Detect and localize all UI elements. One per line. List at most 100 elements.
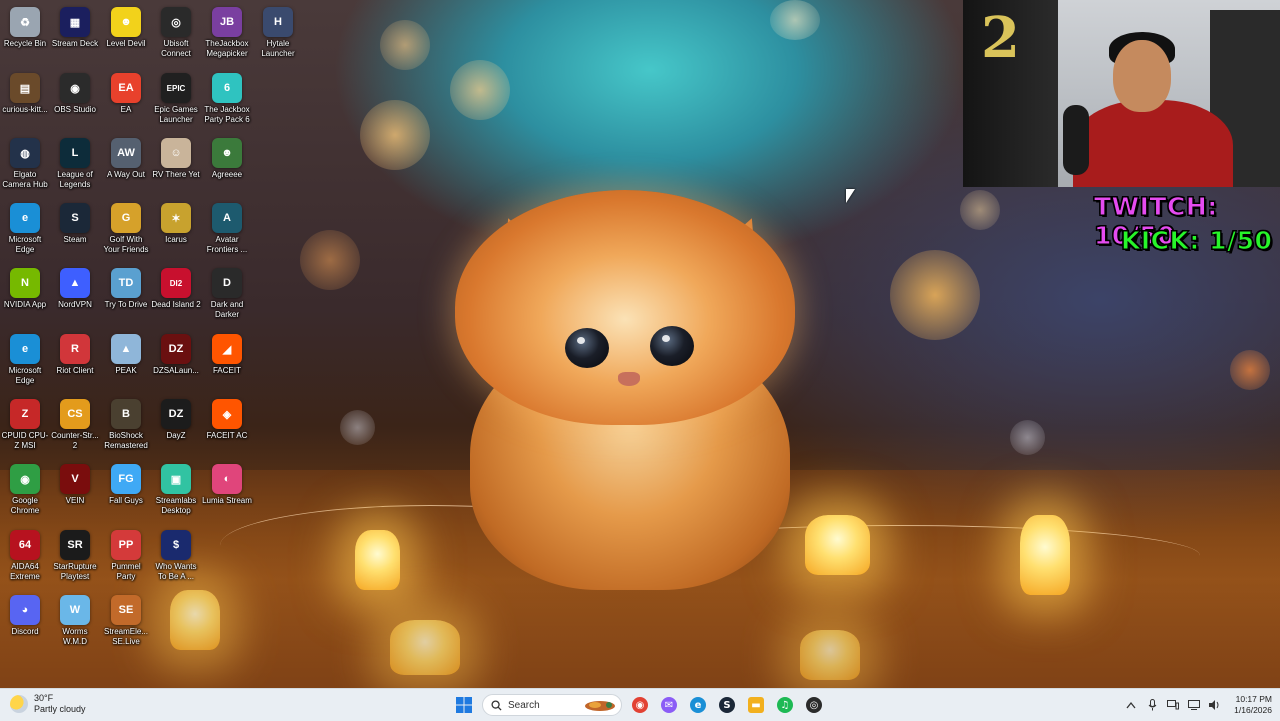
desktop-icon-label: Try To Drive — [104, 300, 148, 309]
desktop-icon[interactable]: 64 AIDA64 Extreme — [0, 525, 50, 582]
desktop-icon[interactable]: DZ DZSALaun... — [151, 329, 201, 376]
desktop-icon-label: Lumia Stream — [202, 496, 252, 505]
desktop-icon[interactable]: Z CPUID CPU-Z MSI — [0, 394, 50, 451]
weather-widget[interactable]: 30°F Partly cloudy — [10, 693, 86, 715]
desktop-icon[interactable]: ♻ Recycle Bin — [0, 2, 50, 49]
desktop-icon-label: TheJackbox Megapicker — [205, 39, 249, 58]
desktop-icon[interactable]: ◐ Lumia Stream — [202, 459, 252, 506]
desktop-icon[interactable]: JB TheJackbox Megapicker — [202, 2, 252, 59]
desktop-icon-label: Epic Games Launcher — [154, 105, 198, 124]
taskbar-clock[interactable]: 10:17 PM 1/16/2026 — [1234, 694, 1272, 716]
desktop-icon[interactable]: ◈ FACEIT AC — [202, 394, 252, 441]
bioshock-icon: B — [111, 399, 141, 429]
desktop-icon[interactable]: FG Fall Guys — [101, 459, 151, 506]
desktop-icon[interactable]: ▣ Streamlabs Desktop — [151, 459, 201, 516]
desktop-icon-label: Fall Guys — [109, 496, 143, 505]
desktop-icon-label: curious-kitt... — [2, 105, 48, 114]
desktop-icon-label: Golf With Your Friends — [103, 235, 149, 254]
desktop-icon[interactable]: ☻ Agreeee — [202, 133, 252, 180]
desktop-icon[interactable]: SR StarRupture Playtest — [50, 525, 100, 582]
edge-icon: e — [10, 334, 40, 364]
cpuz-icon: Z — [10, 399, 40, 429]
desktop-icon[interactable]: ▤ curious-kitt... — [0, 68, 50, 115]
rv-there-yet-icon: ☺ — [161, 138, 191, 168]
desktop-icon[interactable]: ◎ Ubisoft Connect — [151, 2, 201, 59]
desktop-icon[interactable]: ◉ OBS Studio — [50, 68, 100, 115]
desktop-icon[interactable]: e Microsoft Edge — [0, 198, 50, 255]
desktop-icon-label: Who Wants To Be A ... — [155, 562, 197, 581]
desktop-icon-label: StreamEle... SE.Live — [103, 627, 148, 646]
start-button[interactable] — [452, 693, 476, 717]
desktop-icon[interactable]: AW A Way Out — [101, 133, 151, 180]
desktop-icon[interactable]: W Worms W.M.D — [50, 590, 100, 647]
desktop-icon[interactable]: ☺ RV There Yet — [151, 133, 201, 180]
golf-icon: G — [111, 203, 141, 233]
dead-island-icon: DI2 — [161, 268, 191, 298]
webcam-feed: 2 — [963, 0, 1280, 187]
desktop-icon-label: BioShock Remastered — [104, 431, 148, 450]
desktop-icon-label: AIDA64 Extreme — [10, 562, 40, 581]
desktop-icon-label: Google Chrome — [10, 496, 40, 515]
windows-icon — [456, 697, 472, 713]
steam-button[interactable]: S — [715, 693, 739, 717]
obs-icon: ◉ — [60, 73, 90, 103]
desktop-icon[interactable]: SE StreamEle... SE.Live — [101, 590, 151, 647]
obs-button[interactable]: ◎ — [802, 693, 826, 717]
messenger-button[interactable]: ✉ — [657, 693, 681, 717]
chevron-up-icon[interactable] — [1125, 699, 1137, 711]
pummel-party-icon: PP — [111, 530, 141, 560]
desktop-icon-label: NVIDIA App — [3, 300, 47, 309]
desktop-icon[interactable]: ▲ PEAK — [101, 329, 151, 376]
desktop-icon[interactable]: $ Who Wants To Be A ... — [151, 525, 201, 582]
jackbox-megapicker-icon: JB — [212, 7, 242, 37]
shortcut-icon: ▤ — [10, 73, 40, 103]
desktop-icon[interactable]: ✶ Icarus — [151, 198, 201, 245]
desktop-icon[interactable]: V VEIN — [50, 459, 100, 506]
avatar-icon: A — [212, 203, 242, 233]
file-explorer-button[interactable]: ▬ — [744, 693, 768, 717]
desktop-icon[interactable]: EPIC Epic Games Launcher — [151, 68, 201, 125]
desktop-icon[interactable]: ▲ NordVPN — [50, 263, 100, 310]
spotify-button[interactable]: ♫ — [773, 693, 797, 717]
mouse-cursor-icon — [846, 189, 855, 203]
edge-icon: e — [10, 203, 40, 233]
desktop-icon-label: Worms W.M.D — [62, 627, 88, 646]
desktop-icon[interactable]: TD Try To Drive — [101, 263, 151, 310]
chrome-button[interactable]: ◉ — [628, 693, 652, 717]
volume-icon[interactable] — [1209, 699, 1221, 711]
desktop-icon[interactable]: 6 The Jackbox Party Pack 6 — [202, 68, 252, 125]
desktop-icon[interactable]: DZ DayZ — [151, 394, 201, 441]
lumia-icon: ◐ — [212, 464, 242, 494]
desktop-icon[interactable]: PP Pummel Party — [101, 525, 151, 582]
desktop-icon-label: NordVPN — [58, 300, 92, 309]
desktop-icon[interactable]: ☻ Level Devil — [101, 2, 151, 49]
desktop-icon[interactable]: G Golf With Your Friends — [101, 198, 151, 255]
desktop-icon[interactable]: N NVIDIA App — [0, 263, 50, 310]
pinned-apps: ◉ ✉ e S ▬ ♫ ◎ — [628, 693, 826, 717]
desktop-icon[interactable]: ◕ Discord — [0, 590, 50, 637]
desktop-icon-label: Streamlabs Desktop — [155, 496, 197, 515]
desktop-icon[interactable]: A Avatar Frontiers ... — [202, 198, 252, 255]
edge-button[interactable]: e — [686, 693, 710, 717]
device-tray-icon[interactable] — [1167, 699, 1180, 711]
taskbar-search[interactable]: Search — [482, 694, 622, 716]
desktop-icon[interactable]: D Dark and Darker — [202, 263, 252, 320]
network-icon[interactable] — [1188, 699, 1201, 711]
desktop-icon-label: Microsoft Edge — [8, 235, 42, 254]
desktop-icon[interactable]: S Steam — [50, 198, 100, 245]
desktop-icon[interactable]: ◉ Google Chrome — [0, 459, 50, 516]
desktop-icon[interactable]: R Riot Client — [50, 329, 100, 376]
desktop-icon[interactable]: ◢ FACEIT — [202, 329, 252, 376]
desktop-icon[interactable]: ◍ Elgato Camera Hub — [0, 133, 50, 190]
desktop-icon[interactable]: H Hytale Launcher — [253, 2, 303, 59]
desktop-icon[interactable]: L League of Legends — [50, 133, 100, 190]
desktop-icon[interactable]: B BioShock Remastered — [101, 394, 151, 451]
desktop-icon-label: The Jackbox Party Pack 6 — [204, 105, 250, 124]
desktop-icon-label: Icarus — [165, 235, 187, 244]
microphone-tray-icon[interactable] — [1146, 699, 1158, 711]
desktop-icon[interactable]: DI2 Dead Island 2 — [151, 263, 201, 310]
desktop-icon[interactable]: ▦ Stream Deck — [50, 2, 100, 49]
desktop-icon[interactable]: CS Counter-Str... 2 — [50, 394, 100, 451]
desktop-icon[interactable]: EA EA — [101, 68, 151, 115]
desktop-icon[interactable]: e Microsoft Edge — [0, 329, 50, 386]
